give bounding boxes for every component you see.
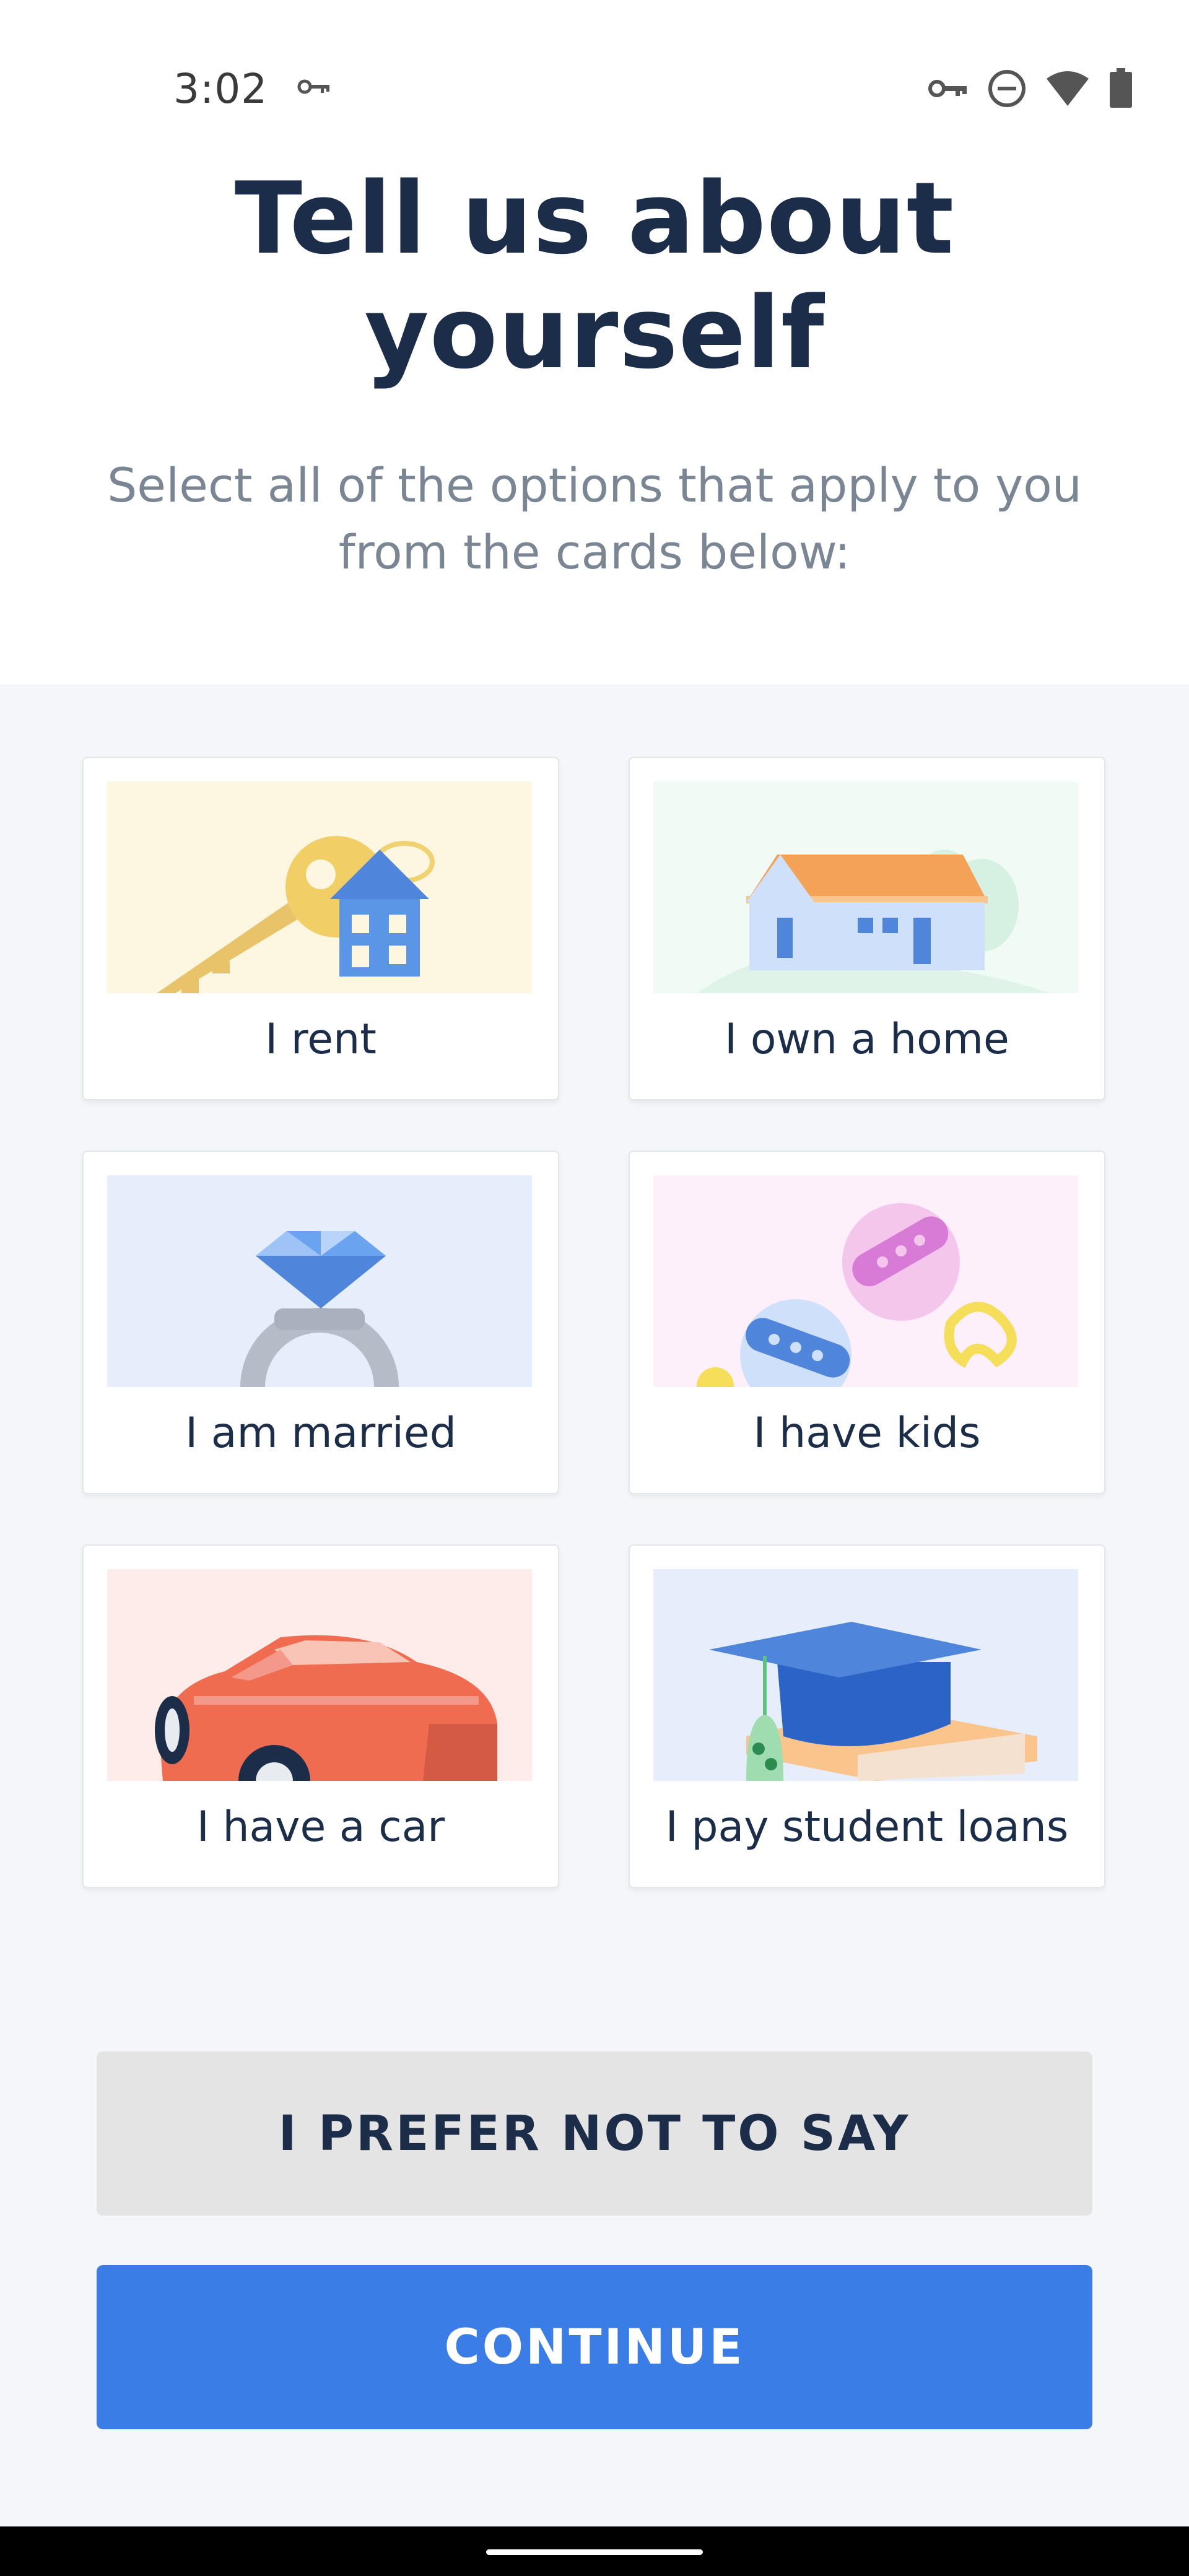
card-student-loans[interactable]: I pay student loans (629, 1544, 1105, 1888)
key-icon (928, 76, 969, 103)
do-not-disturb-icon (987, 69, 1027, 111)
card-label: I pay student loans (665, 1803, 1069, 1852)
house-icon (653, 781, 1078, 993)
car-icon (107, 1569, 532, 1781)
card-rent[interactable]: I rent (82, 757, 559, 1100)
card-label: I rent (265, 1015, 377, 1064)
rattles-icon (653, 1175, 1078, 1387)
card-label: I own a home (725, 1015, 1009, 1064)
wifi-icon (1045, 70, 1090, 110)
page-title-line2: yourself (364, 275, 825, 391)
page-title: Tell us about yourself (0, 161, 1189, 390)
card-married[interactable]: I am married (82, 1151, 559, 1494)
graduation-cap-icon (653, 1569, 1078, 1781)
ring-icon (107, 1175, 532, 1387)
card-label: I have kids (753, 1409, 981, 1458)
options-area: I rent I own a home I am married I have … (0, 684, 1189, 2526)
page-subtitle-line2: from the cards below: (338, 524, 851, 580)
card-label: I have a car (196, 1803, 445, 1852)
vpn-key-icon (297, 77, 332, 98)
card-kids[interactable]: I have kids (629, 1151, 1105, 1494)
card-car[interactable]: I have a car (82, 1544, 559, 1888)
status-bar: 3:02 (0, 0, 1189, 186)
prefer-not-to-say-button[interactable]: I PREFER NOT TO SAY (97, 2052, 1092, 2216)
keys-house-icon (107, 781, 532, 993)
status-time: 3:02 (173, 65, 268, 113)
card-own-home[interactable]: I own a home (629, 757, 1105, 1100)
battery-icon (1108, 68, 1133, 111)
page-subtitle: Select all of the options that apply to … (99, 452, 1090, 586)
home-gesture-handle[interactable] (486, 2549, 703, 2555)
page-subtitle-line1: Select all of the options that apply to … (107, 458, 1082, 513)
continue-button[interactable]: CONTINUE (97, 2265, 1092, 2429)
navigation-bar (0, 2526, 1189, 2576)
page-title-line1: Tell us about (234, 160, 955, 276)
card-label: I am married (185, 1409, 456, 1458)
